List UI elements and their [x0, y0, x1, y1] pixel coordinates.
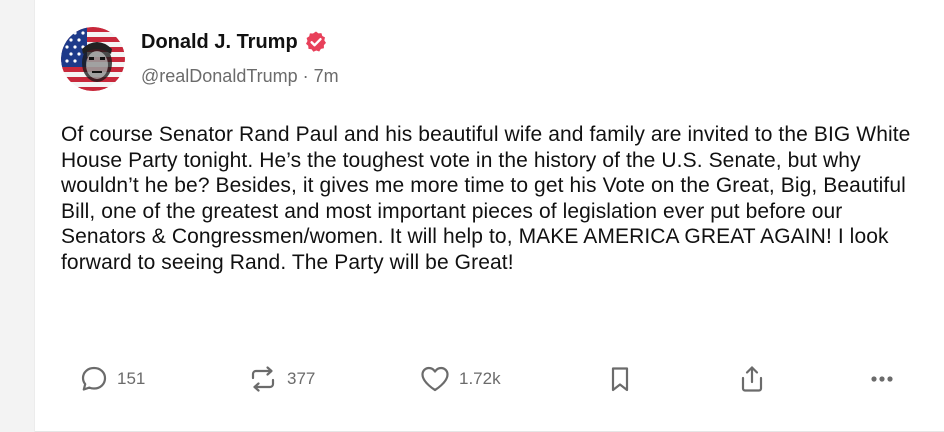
share-button[interactable] [737, 362, 767, 396]
post-card[interactable]: Donald J. Trump @realDonaldTrump · 7m Of c… [34, 0, 944, 432]
post-timestamp[interactable]: 7m [314, 66, 339, 86]
verified-badge-icon [304, 30, 328, 54]
repost-count: 377 [287, 369, 316, 388]
more-dots-icon [871, 376, 893, 382]
bookmark-button[interactable] [605, 362, 635, 396]
heart-icon [421, 366, 449, 392]
reply-count: 151 [117, 369, 146, 388]
meta-separator: · [302, 66, 309, 86]
more-options-button[interactable] [867, 362, 897, 396]
author-name-row[interactable]: Donald J. Trump [141, 30, 328, 54]
bookmark-icon [611, 367, 629, 392]
author-display-name[interactable]: Donald J. Trump [141, 31, 298, 54]
reply-button[interactable]: 151 [79, 362, 145, 396]
author-handle[interactable]: @realDonaldTrump [141, 66, 298, 86]
post-text: Of course Senator Rand Paul and his beau… [61, 123, 911, 274]
author-meta: @realDonaldTrump · 7m [141, 66, 339, 87]
repost-arrows-icon [251, 366, 275, 392]
share-upload-icon [741, 366, 763, 392]
like-count: 1.72k [459, 369, 501, 388]
avatar-image [61, 27, 125, 91]
avatar[interactable] [61, 27, 125, 91]
comment-bubble-icon [81, 366, 107, 391]
post-actions-bar: 151 377 1.72k [35, 362, 944, 396]
like-button[interactable]: 1.72k [419, 362, 501, 396]
repost-button[interactable]: 377 [247, 362, 315, 396]
